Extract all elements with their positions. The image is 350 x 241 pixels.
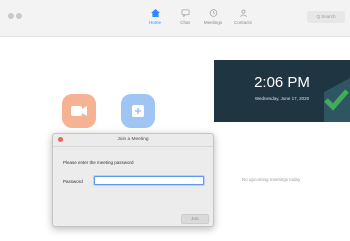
search-input[interactable]: Q Search bbox=[307, 11, 345, 23]
nav-meetings[interactable]: Meetings bbox=[196, 9, 230, 25]
join-meeting-button[interactable]: Join bbox=[181, 214, 209, 224]
video-camera-icon bbox=[71, 106, 87, 116]
password-label: Password bbox=[63, 179, 83, 184]
no-meetings-text: No upcoming meetings today bbox=[242, 177, 301, 182]
nav-home-label: Home bbox=[148, 20, 161, 25]
dialog-title: Join a Meeting bbox=[117, 137, 149, 142]
dialog-message: Please enter the meeting password bbox=[63, 160, 134, 165]
dialog-titlebar: Join a Meeting bbox=[53, 134, 213, 147]
clock-time: 2:06 PM bbox=[254, 74, 310, 91]
nav-home[interactable]: Home bbox=[138, 9, 172, 25]
plus-icon bbox=[132, 105, 144, 117]
join-button[interactable] bbox=[121, 94, 155, 128]
window-control-dot[interactable] bbox=[8, 13, 14, 19]
nav-contacts-label: Contacts bbox=[234, 20, 252, 25]
clock-icon bbox=[209, 9, 217, 17]
new-meeting-button[interactable] bbox=[62, 94, 96, 128]
window-control-dot[interactable] bbox=[16, 13, 22, 19]
clock-card: 2:06 PM Wednesday, June 17, 2020 bbox=[214, 60, 350, 122]
clock-date: Wednesday, June 17, 2020 bbox=[254, 96, 310, 101]
contacts-icon bbox=[239, 9, 247, 17]
top-toolbar: Home Chat Meetings Contacts Q Search bbox=[0, 0, 350, 37]
password-input[interactable] bbox=[94, 176, 204, 185]
nav-meetings-label: Meetings bbox=[203, 20, 223, 25]
chat-icon bbox=[181, 9, 189, 17]
join-meeting-dialog: Join a Meeting Please enter the meeting … bbox=[52, 133, 214, 227]
home-icon bbox=[150, 9, 160, 17]
nav-contacts[interactable]: Contacts bbox=[226, 9, 260, 25]
